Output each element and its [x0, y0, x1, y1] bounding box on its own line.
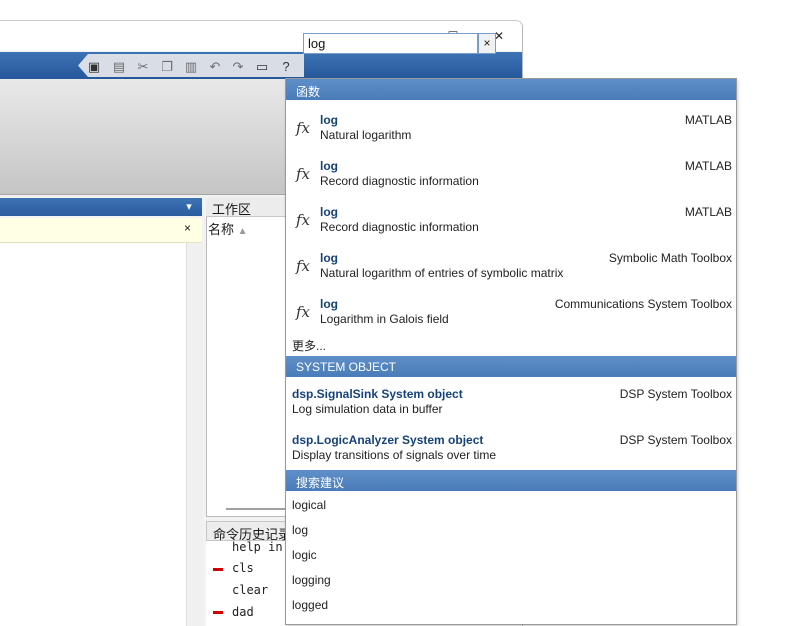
function-source: Communications System Toolbox: [554, 297, 732, 311]
current-folder-header: ▾: [0, 198, 202, 216]
suggestions-header-label: 搜索建议: [296, 476, 345, 490]
system-object-source: DSP System Toolbox: [619, 433, 732, 447]
function-result-item[interactable]: fx log Logarithm in Galois field Communi…: [286, 293, 736, 339]
quick-access-toolbar: ▣ ▤ ✂ ❐ ▥ ↶ ↷ ▭ ?: [0, 52, 522, 79]
sort-up-icon: ▲: [237, 226, 248, 237]
notice-bar: ×: [0, 218, 202, 243]
system-object-source: DSP System Toolbox: [619, 387, 732, 401]
functions-header-label: 函数: [296, 85, 321, 99]
history-item[interactable]: clear: [232, 583, 268, 597]
suggestions-section-header: 搜索建议: [286, 470, 736, 491]
function-name[interactable]: log: [320, 159, 338, 173]
function-result-item[interactable]: fx log Record diagnostic information MAT…: [286, 155, 736, 201]
function-icon: fx: [296, 303, 311, 321]
suggestion-item[interactable]: logging: [292, 573, 331, 587]
cut-icon[interactable]: ✂: [135, 59, 151, 75]
function-icon: fx: [296, 165, 311, 183]
switch-windows-icon[interactable]: ▭: [254, 59, 270, 75]
function-name[interactable]: log: [320, 205, 338, 219]
function-result-item[interactable]: fx log Natural logarithm of entries of s…: [286, 247, 736, 293]
error-mark: [213, 611, 223, 614]
function-icon: fx: [296, 257, 311, 275]
function-description: Record diagnostic information: [320, 174, 479, 188]
function-description: Natural logarithm of entries of symbolic…: [320, 266, 564, 280]
undo-icon[interactable]: ↶: [207, 59, 223, 75]
horizontal-scrollbar[interactable]: [226, 508, 286, 510]
function-icon: fx: [296, 211, 311, 229]
system-object-section-header: SYSTEM OBJECT: [286, 356, 736, 377]
search-input[interactable]: log: [303, 33, 478, 54]
workspace-title: 工作区: [212, 202, 252, 217]
panel-menu-icon[interactable]: ▾: [182, 200, 196, 214]
clear-search-button[interactable]: ×: [478, 33, 496, 54]
system-object-header-label: SYSTEM OBJECT: [296, 360, 397, 374]
error-mark: [213, 568, 223, 571]
function-name[interactable]: log: [320, 251, 338, 265]
function-name[interactable]: log: [320, 113, 338, 127]
system-object-name[interactable]: dsp.SignalSink System object: [292, 387, 463, 401]
open-icon[interactable]: ▣: [86, 59, 102, 75]
history-item[interactable]: cls: [232, 561, 254, 575]
function-description: Natural logarithm: [320, 128, 412, 142]
current-folder-list[interactable]: [0, 243, 186, 626]
function-source: Symbolic Math Toolbox: [608, 251, 732, 265]
function-source: MATLAB: [684, 113, 732, 127]
suggestion-item[interactable]: logical: [292, 498, 326, 512]
function-source: MATLAB: [684, 205, 732, 219]
copy-icon[interactable]: ❐: [159, 59, 175, 75]
name-column-header[interactable]: 名称 ▲: [208, 219, 288, 239]
collapse-toolstrip-button[interactable]: ⏶: [498, 31, 522, 58]
function-result-item[interactable]: fx log Natural logarithm MATLAB: [286, 109, 736, 155]
system-object-name[interactable]: dsp.LogicAnalyzer System object: [292, 433, 483, 447]
paste-icon[interactable]: ▥: [183, 59, 199, 75]
tool-strip: ▣ ▤ ✂ ❐ ▥ ↶ ↷ ▭ ?: [78, 54, 304, 77]
function-description: Logarithm in Galois field: [320, 312, 449, 326]
system-object-description: Display transitions of signals over time: [292, 448, 497, 462]
name-column-label: 名称: [208, 222, 235, 237]
suggestion-item[interactable]: log: [292, 523, 308, 537]
suggestion-item[interactable]: logged: [292, 598, 328, 612]
vertical-scrollbar[interactable]: [186, 243, 203, 626]
help-icon[interactable]: ?: [278, 59, 294, 75]
redo-icon[interactable]: ↷: [230, 59, 246, 75]
suggestion-item[interactable]: logic: [292, 548, 317, 562]
close-icon[interactable]: ×: [184, 221, 196, 237]
function-description: Record diagnostic information: [320, 220, 479, 234]
save-icon[interactable]: ▤: [111, 59, 127, 75]
system-object-description: Log simulation data in buffer: [292, 402, 443, 416]
function-icon: fx: [296, 119, 311, 137]
function-name[interactable]: log: [320, 297, 338, 311]
function-result-item[interactable]: fx log Record diagnostic information MAT…: [286, 201, 736, 247]
more-results-link[interactable]: 更多...: [292, 337, 326, 354]
function-source: MATLAB: [684, 159, 732, 173]
history-item[interactable]: dad: [232, 605, 254, 619]
system-object-result-item[interactable]: dsp.SignalSink System object Log simulat…: [286, 385, 736, 431]
history-item[interactable]: help in: [232, 540, 283, 554]
search-results-dropdown: 函数 fx log Natural logarithm MATLAB fx lo…: [285, 78, 737, 625]
functions-section-header: 函数: [286, 79, 736, 100]
